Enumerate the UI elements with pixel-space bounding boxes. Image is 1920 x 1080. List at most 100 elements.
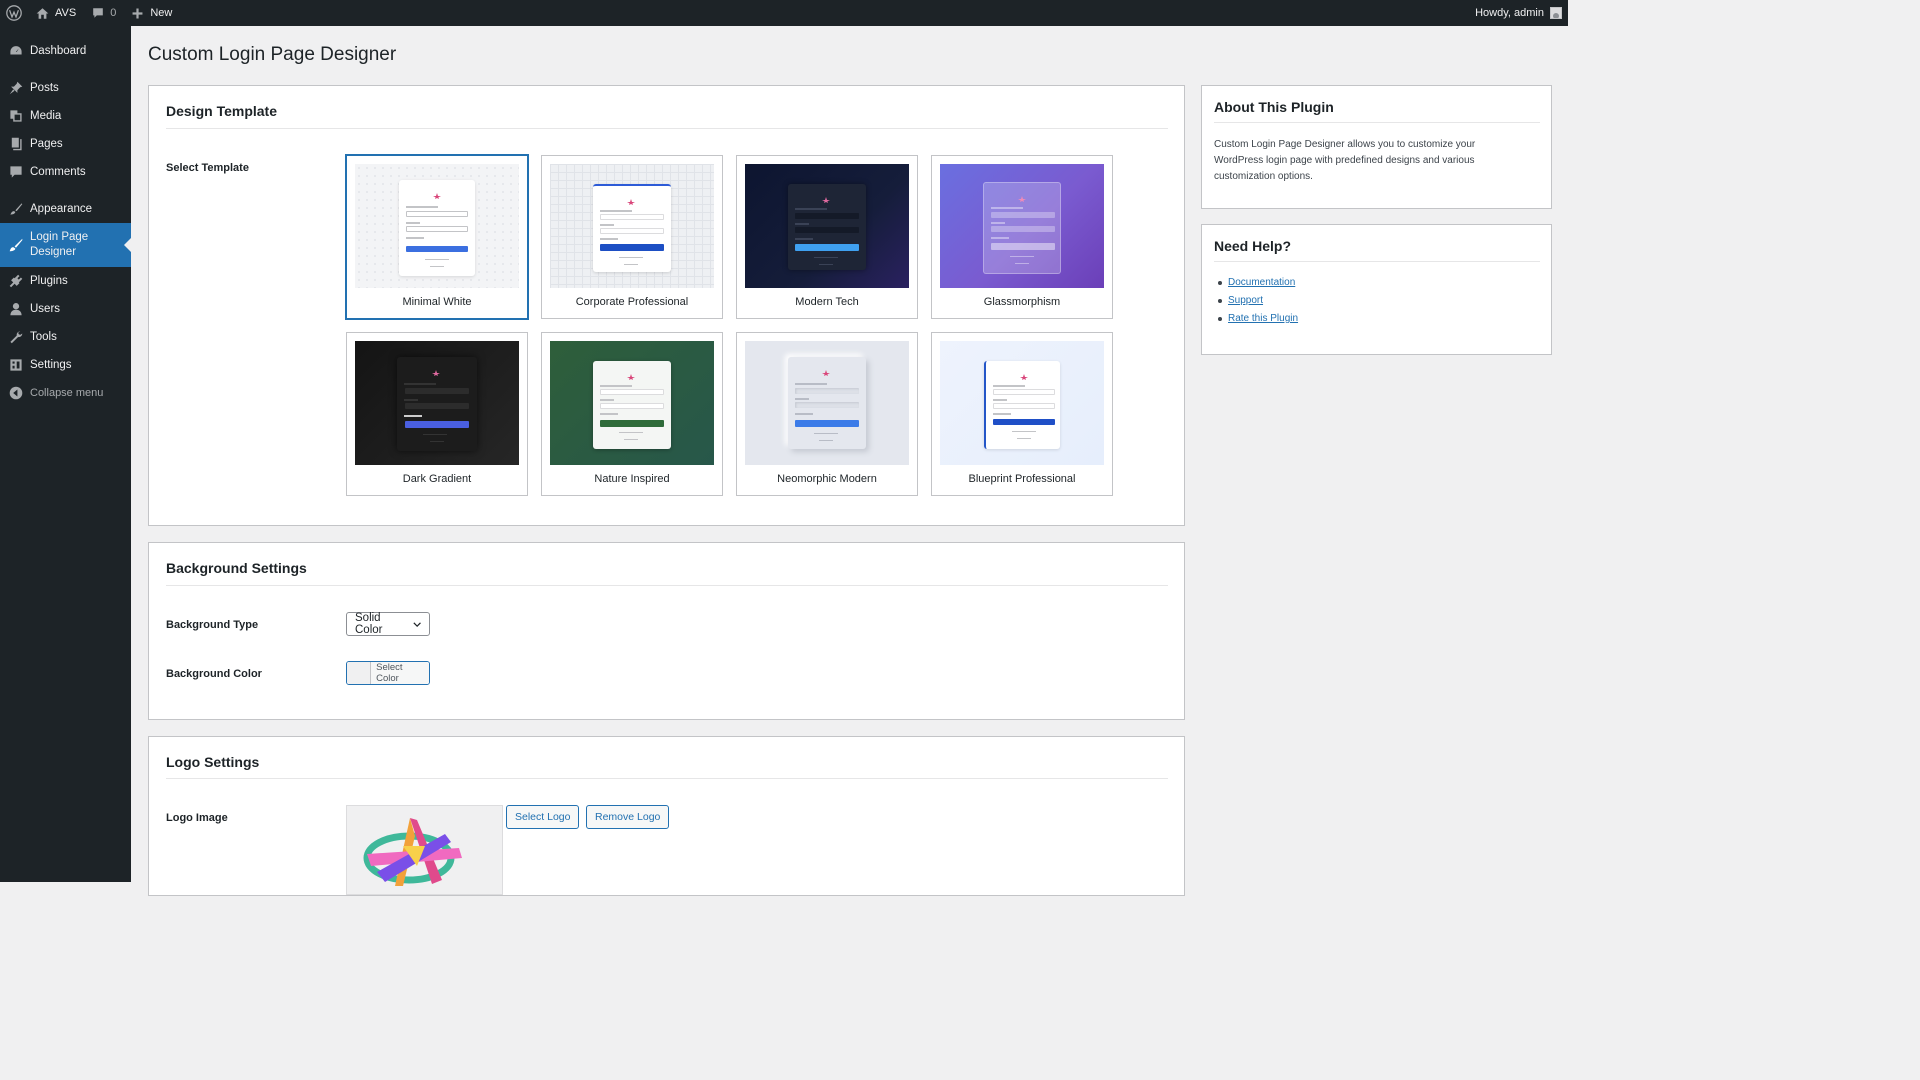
dashboard-icon <box>8 44 23 59</box>
sidebar-item-label: Login Page Designer <box>30 231 89 258</box>
logo-image <box>363 818 462 886</box>
site-name-link[interactable]: AVS <box>28 0 84 26</box>
support-link[interactable]: Support <box>1228 295 1263 306</box>
need-help-card: Need Help? Documentation Support Rate th… <box>1201 224 1552 355</box>
sidebar-item-posts[interactable]: Posts <box>0 74 131 102</box>
template-name: Nature Inspired <box>594 473 670 485</box>
list-item: Documentation <box>1218 277 1298 288</box>
comments-link[interactable]: 0 <box>84 0 124 26</box>
design-template-heading: Design Template <box>166 103 277 119</box>
background-color-label: Background Color <box>166 668 262 680</box>
remove-logo-button[interactable]: Remove Logo <box>586 805 670 829</box>
sidebar-item-login-page-designer[interactable]: Login Page Designer <box>0 223 131 267</box>
greeting: Howdy, admin <box>1475 7 1544 19</box>
template-glassmorphism[interactable]: Glassmorphism <box>931 155 1113 319</box>
sidebar-item-plugins[interactable]: Plugins <box>0 267 131 295</box>
template-name: Modern Tech <box>795 296 859 308</box>
about-heading: About This Plugin <box>1214 99 1334 115</box>
comments-count: 0 <box>110 7 117 19</box>
template-preview <box>550 164 714 288</box>
sidebar-item-appearance[interactable]: Appearance <box>0 195 131 223</box>
about-text: Custom Login Page Designer allows you to… <box>1214 139 1476 182</box>
template-name: Glassmorphism <box>983 296 1061 308</box>
user-icon <box>8 302 23 317</box>
background-type-select[interactable]: Solid Color <box>346 612 430 636</box>
background-type-value: Solid Color <box>355 612 383 636</box>
wrench-icon <box>8 330 23 345</box>
template-nature-inspired[interactable]: Nature Inspired <box>541 332 723 496</box>
template-preview <box>355 341 519 465</box>
wordpress-logo-icon[interactable] <box>0 0 28 26</box>
template-dark-gradient[interactable]: Dark Gradient <box>346 332 528 496</box>
my-account[interactable]: Howdy, admin <box>1467 0 1568 26</box>
page-title: Custom Login Page Designer <box>148 44 397 65</box>
template-name: Blueprint Professional <box>968 473 1076 485</box>
new-content-link[interactable]: New <box>124 0 180 26</box>
collapse-menu-button[interactable]: Collapse menu <box>0 379 131 407</box>
template-preview <box>355 164 519 288</box>
background-settings-heading: Background Settings <box>166 560 307 576</box>
template-blueprint-professional[interactable]: Blueprint Professional <box>931 332 1113 496</box>
background-color-picker[interactable]: Select Color <box>346 661 430 685</box>
new-label: New <box>150 7 173 19</box>
help-heading: Need Help? <box>1214 238 1292 254</box>
template-name: Dark Gradient <box>402 473 472 485</box>
sidebar-item-dashboard[interactable]: Dashboard <box>0 37 131 65</box>
template-name: Corporate Professional <box>575 296 689 308</box>
sidebar-item-users[interactable]: Users <box>0 295 131 323</box>
site-name: AVS <box>55 7 77 19</box>
divider <box>1214 261 1540 262</box>
template-preview <box>550 341 714 465</box>
about-plugin-card: About This Plugin Custom Login Page Desi… <box>1201 85 1552 209</box>
sidebar-item-comments[interactable]: Comments <box>0 158 131 186</box>
logo-icon <box>626 196 636 205</box>
home-icon <box>36 7 49 19</box>
sidebar-item-label: Dashboard <box>30 45 87 57</box>
template-corporate-professional[interactable]: Corporate Professional <box>541 155 723 319</box>
comment-icon <box>8 165 23 180</box>
template-preview <box>940 341 1104 465</box>
sidebar-item-label: Tools <box>30 331 57 343</box>
logo-icon <box>821 367 831 376</box>
sidebar-item-label: Pages <box>30 138 63 150</box>
template-name: Minimal White <box>402 296 472 308</box>
template-minimal-white[interactable]: Minimal White <box>346 155 528 319</box>
logo-icon <box>432 190 442 199</box>
list-item: Support <box>1218 295 1298 306</box>
design-template-card: Design Template Select Template Minimal … <box>148 85 1185 526</box>
color-swatch <box>347 662 372 684</box>
pin-icon <box>8 81 23 96</box>
sidebar-item-label: Settings <box>30 359 72 371</box>
help-links: Documentation Support Rate this Plugin <box>1218 277 1298 331</box>
settings-icon <box>8 358 23 373</box>
logo-icon <box>626 371 636 380</box>
collapse-label: Collapse menu <box>30 387 104 399</box>
sidebar-item-pages[interactable]: Pages <box>0 130 131 158</box>
divider <box>1214 122 1540 123</box>
template-preview <box>745 341 909 465</box>
divider <box>166 778 1168 779</box>
sidebar-item-label: Appearance <box>30 203 93 215</box>
logo-icon <box>1017 193 1027 202</box>
list-item: Rate this Plugin <box>1218 313 1298 324</box>
admin-bar: AVS 0 New Howdy, admin <box>0 0 1568 26</box>
comment-icon <box>93 8 104 18</box>
template-modern-tech[interactable]: Modern Tech <box>736 155 918 319</box>
select-logo-button[interactable]: Select Logo <box>506 805 580 829</box>
rate-plugin-link[interactable]: Rate this Plugin <box>1228 313 1298 324</box>
logo-image-label: Logo Image <box>166 812 228 824</box>
documentation-link[interactable]: Documentation <box>1228 277 1295 288</box>
sidebar-item-label: Media <box>30 110 62 122</box>
template-name: Neomorphic Modern <box>777 473 877 485</box>
media-icon <box>8 109 23 124</box>
template-neomorphic-modern[interactable]: Neomorphic Modern <box>736 332 918 496</box>
sidebar-item-media[interactable]: Media <box>0 102 131 130</box>
sidebar-item-settings[interactable]: Settings <box>0 351 131 379</box>
select-template-label: Select Template <box>166 162 249 174</box>
divider <box>166 128 1168 129</box>
chevron-down-icon <box>413 621 421 627</box>
logo-preview <box>346 805 503 895</box>
logo-icon <box>1019 371 1029 380</box>
logo-settings-heading: Logo Settings <box>166 754 260 770</box>
sidebar-item-tools[interactable]: Tools <box>0 323 131 351</box>
